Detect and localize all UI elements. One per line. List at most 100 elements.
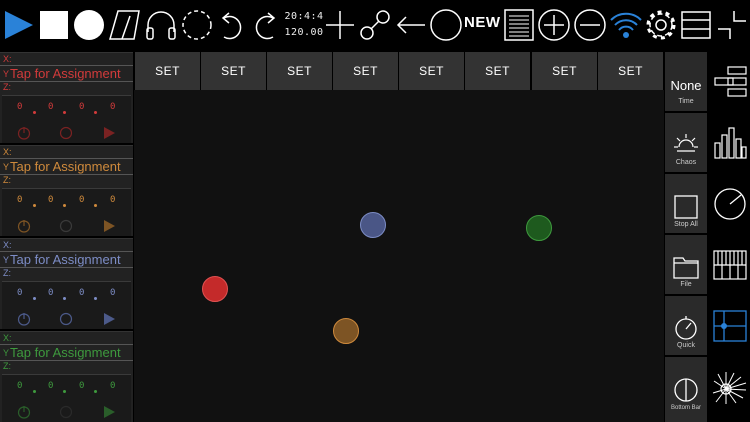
value-dot	[94, 111, 97, 114]
value-dot	[33, 390, 36, 393]
half-circle-icon	[674, 378, 698, 402]
top-toolbar: 20:4:4 120.00 NEW	[0, 0, 750, 50]
loop-button[interactable]	[179, 0, 215, 50]
mode-dial[interactable]	[710, 178, 750, 230]
redo-icon	[255, 12, 276, 40]
stop-button[interactable]	[37, 0, 71, 50]
mode-keyboard[interactable]	[710, 239, 750, 291]
starburst-icon	[712, 372, 747, 404]
mode-tree[interactable]	[710, 56, 750, 108]
back-button[interactable]	[394, 0, 428, 50]
chaos-button[interactable]: Chaos	[665, 113, 707, 172]
z-label: Z:	[3, 82, 11, 92]
power-icon[interactable]	[17, 126, 31, 140]
redo-button[interactable]	[249, 0, 281, 50]
piano-keys-icon	[713, 250, 747, 280]
stop-all-label: Stop All	[674, 221, 698, 228]
zoom-out-button[interactable]	[572, 0, 608, 50]
mode-radial[interactable]	[710, 361, 750, 413]
circle-outline-icon	[430, 9, 462, 41]
connect-button[interactable]	[358, 0, 392, 50]
channel-panel-1: X: Y Tap for Assignment Z: 0 0 0 0	[0, 52, 133, 143]
channel-panel-4: X: Y Tap for Assignment Z: 0 0 0 0	[0, 331, 133, 422]
headphones-button[interactable]	[143, 0, 179, 50]
quick-button[interactable]: Quick	[665, 296, 707, 355]
mode-xy-pad[interactable]	[710, 300, 750, 352]
power-icon[interactable]	[17, 405, 31, 419]
value: 0	[48, 381, 54, 391]
layout-rows-icon	[681, 11, 711, 39]
play-button[interactable]	[0, 0, 36, 50]
settings-button[interactable]	[644, 0, 678, 50]
circle-toggle-icon[interactable]	[59, 405, 73, 419]
list-button[interactable]	[502, 0, 536, 50]
metronome-button[interactable]	[107, 0, 143, 50]
set-button-3[interactable]: SET	[267, 52, 332, 90]
power-icon[interactable]	[17, 312, 31, 326]
bottom-bar-label: Bottom Bar	[670, 405, 701, 411]
file-label: File	[680, 281, 692, 288]
stop-icon	[40, 11, 68, 39]
layout-button[interactable]	[678, 0, 714, 50]
mode-bars[interactable]	[710, 117, 750, 169]
add-button[interactable]	[323, 0, 357, 50]
wifi-icon	[610, 12, 642, 38]
value: 0	[110, 381, 116, 391]
red-puck[interactable]	[202, 276, 228, 302]
play-icon[interactable]	[102, 405, 116, 419]
blue-puck[interactable]	[360, 212, 386, 238]
set-button-8[interactable]: SET	[598, 52, 663, 90]
file-button[interactable]: File	[665, 235, 707, 294]
play-icon[interactable]	[102, 126, 116, 140]
set-button-2[interactable]: SET	[201, 52, 266, 90]
sun-icon	[674, 134, 698, 152]
zoom-in-button[interactable]	[536, 0, 572, 50]
set-button-5[interactable]: SET	[399, 52, 464, 90]
set-button-4[interactable]: SET	[333, 52, 398, 90]
value-dot	[33, 111, 36, 114]
mode-column	[708, 52, 750, 422]
x-label: X:	[0, 147, 133, 159]
stopwatch-icon	[675, 316, 697, 340]
orange-puck[interactable]	[333, 318, 359, 344]
dashed-circle-icon	[182, 10, 212, 40]
new-button[interactable]: NEW	[464, 14, 501, 31]
assignment-button[interactable]: Tap for Assignment	[10, 252, 121, 268]
assignment-button[interactable]: Tap for Assignment	[10, 66, 121, 82]
value-dot	[33, 297, 36, 300]
assignment-button[interactable]: Tap for Assignment	[10, 159, 121, 175]
power-icon[interactable]	[17, 219, 31, 233]
set-button-7[interactable]: SET	[532, 52, 597, 90]
undo-button[interactable]	[216, 0, 248, 50]
wireless-button[interactable]	[608, 0, 644, 50]
value: 0	[79, 381, 85, 391]
circle-toggle-icon[interactable]	[59, 126, 73, 140]
circle-toggle-icon[interactable]	[59, 312, 73, 326]
channel-controls: 0 0 0 0	[2, 374, 131, 422]
green-puck[interactable]	[526, 215, 552, 241]
set-button-1[interactable]: SET	[135, 52, 200, 90]
play-icon[interactable]	[102, 312, 116, 326]
circle-toggle-icon[interactable]	[59, 219, 73, 233]
play-icon[interactable]	[102, 219, 116, 233]
stop-all-button[interactable]: Stop All	[665, 174, 707, 233]
assignment-button[interactable]: Tap for Assignment	[10, 345, 121, 361]
side-button-column: None Time Chaos Stop All File Quick Bott…	[665, 52, 707, 422]
quick-label: Quick	[677, 342, 695, 349]
value-dot	[63, 111, 66, 114]
value: 0	[79, 195, 85, 205]
set-button-6[interactable]: SET	[465, 52, 530, 90]
circle-button[interactable]	[428, 0, 464, 50]
z-label: Z:	[3, 175, 11, 185]
clock-display[interactable]: 20:4:4 120.00	[284, 9, 324, 41]
y-label: Y	[3, 162, 10, 172]
time-button[interactable]: None Time	[665, 52, 707, 111]
bottom-bar-button[interactable]: Bottom Bar	[665, 357, 707, 422]
xy-pad[interactable]	[134, 90, 664, 422]
plus-icon	[326, 11, 354, 39]
time-label: Time	[678, 98, 694, 105]
record-button[interactable]	[72, 0, 106, 50]
set-button-bar: SET SET SET SET SET SET SET SET	[134, 52, 664, 90]
plus-circle-icon	[538, 9, 570, 41]
fullscreen-button[interactable]	[714, 0, 750, 50]
